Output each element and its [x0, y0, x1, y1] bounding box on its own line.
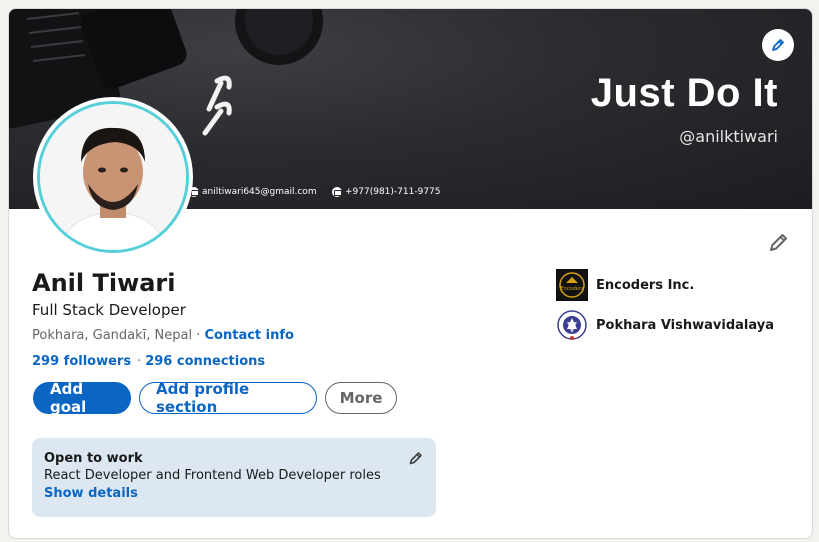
university-logo: [556, 309, 588, 341]
org-item-pokhara-university[interactable]: Pokhara Vishwavidalaya: [556, 309, 774, 341]
banner-title: Just Do It: [590, 71, 778, 115]
open-to-work-text: React Developer and Frontend Web Develop…: [44, 468, 381, 483]
profile-stats: 299 followers · 296 connections: [32, 354, 265, 369]
edit-open-to-work-button[interactable]: [408, 450, 424, 470]
followers-link[interactable]: 299 followers: [32, 354, 131, 369]
show-details-link[interactable]: Show details: [44, 486, 424, 501]
org-name: Encoders Inc.: [596, 277, 695, 293]
edit-banner-button[interactable]: [762, 29, 794, 61]
org-name: Pokhara Vishwavidalaya: [596, 317, 774, 333]
banner-handle: @anilktiwari: [679, 127, 778, 146]
avatar: [37, 101, 189, 253]
contact-info-link[interactable]: Contact info: [205, 328, 294, 343]
profile-location-line: Pokhara, Gandakī, Nepal · Contact info: [32, 328, 294, 343]
profile-location: Pokhara, Gandakī, Nepal: [32, 328, 193, 343]
experience-education-list: Encoders Encoders Inc. Pokhara Vishwavid…: [556, 269, 774, 349]
pencil-icon: [772, 39, 784, 51]
pencil-icon: [770, 234, 787, 251]
connections-link[interactable]: 296 connections: [145, 354, 265, 369]
avatar-image: [40, 104, 186, 250]
profile-photo[interactable]: [33, 97, 193, 257]
encoders-logo: Encoders: [556, 269, 588, 301]
pencil-icon: [409, 452, 422, 465]
open-to-work-title: Open to work: [44, 451, 143, 466]
open-to-work-card: Open to work React Developer and Fronten…: [32, 438, 436, 517]
encoders-logo-image: Encoders: [556, 269, 588, 301]
org-item-encoders[interactable]: Encoders Encoders Inc.: [556, 269, 774, 301]
phone-icon: [332, 187, 342, 197]
banner-email: aniltiwari645@gmail.com: [189, 187, 317, 197]
banner-email-text: aniltiwari645@gmail.com: [202, 187, 317, 197]
encoders-logo-text: Encoders: [560, 286, 583, 292]
profile-name: Anil Tiwari: [32, 269, 176, 297]
stats-separator: ·: [137, 354, 142, 369]
add-profile-section-button[interactable]: Add profile section: [139, 380, 317, 416]
banner-phone-text: +977(981)-711-9775: [345, 187, 441, 197]
profile-card: Just Do It @anilktiwari aniltiwari645@gm…: [8, 8, 813, 539]
location-separator: ·: [192, 328, 205, 343]
add-goal-button[interactable]: Add goal: [33, 380, 131, 416]
edit-intro-button[interactable]: [768, 231, 790, 257]
banner-phone: +977(981)-711-9775: [332, 187, 441, 197]
profile-headline: Full Stack Developer: [32, 301, 186, 319]
university-logo-image: [557, 310, 587, 340]
profile-actions: Add goal Add profile section More: [33, 380, 397, 416]
more-button[interactable]: More: [325, 382, 397, 414]
